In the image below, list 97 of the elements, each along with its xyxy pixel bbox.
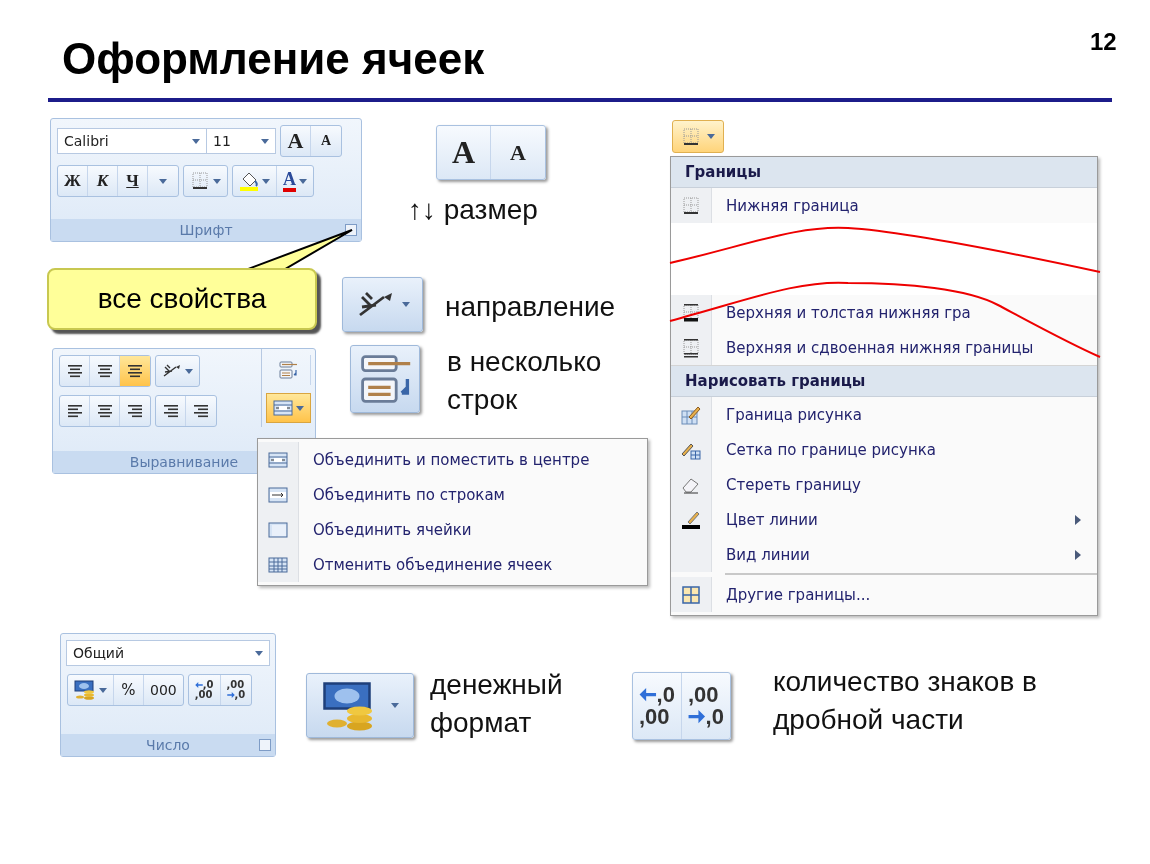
italic-button[interactable]: К — [88, 166, 118, 196]
slide-title: Оформление ячеек — [62, 34, 485, 84]
increase-decimal-button[interactable]: ,0 ,00 — [633, 673, 682, 739]
menu-item[interactable]: Граница рисунка — [671, 397, 1097, 432]
align-lines-icon — [96, 364, 113, 378]
caption: в несколько строк — [447, 345, 603, 417]
decimal-label: ,00 — [226, 680, 246, 690]
menu-item[interactable]: Объединить и поместить в центре — [258, 442, 647, 477]
decimal-label: ,00 — [639, 706, 670, 728]
menu-item[interactable]: Сетка по границе рисунка — [671, 432, 1097, 467]
left-arrow-icon — [194, 682, 203, 688]
right-arrow-icon — [226, 692, 235, 698]
caret-icon — [262, 178, 270, 184]
currency-format-button[interactable] — [306, 673, 414, 738]
align-lines-icon — [127, 404, 143, 418]
caption: ↑↓ размер — [408, 193, 538, 227]
caret-icon — [707, 134, 715, 139]
menu-item[interactable]: Объединить по строкам — [258, 477, 647, 512]
thick-bottom-border-icon — [681, 302, 701, 323]
increase-decimal-button[interactable]: ,0 ,00 — [188, 675, 221, 705]
merge-button[interactable] — [266, 393, 311, 423]
vertical-align-button[interactable] — [120, 356, 150, 386]
all-borders-icon — [681, 584, 701, 605]
group-label: Число — [146, 737, 190, 753]
merge-cells-icon — [273, 400, 293, 416]
menu-item[interactable]: Стереть границу — [671, 467, 1097, 502]
bold-button[interactable]: Ж — [58, 166, 88, 196]
indent-icon — [193, 404, 209, 418]
double-bottom-border-icon — [681, 337, 701, 358]
indent-icon — [162, 404, 179, 418]
menu-item[interactable]: Нижняя граница — [671, 188, 1097, 223]
text-orientation-button[interactable] — [342, 277, 423, 332]
menu-item[interactable]: Другие границы... — [671, 572, 1097, 612]
menu-item[interactable]: Верхняя и толстая нижняя гра — [671, 295, 1097, 330]
font-name-field[interactable]: Calibri — [57, 128, 207, 154]
shrink-font-button[interactable]: A — [311, 126, 341, 156]
underline-button[interactable]: Ч — [118, 166, 148, 196]
caret-icon — [213, 178, 221, 184]
decrease-decimal-button[interactable]: ,00 ,0 — [220, 675, 252, 705]
menu-section-header: Нарисовать границы — [671, 366, 1097, 397]
grow-font-button[interactable]: A — [437, 126, 491, 179]
caret-icon — [159, 178, 167, 184]
submenu-arrow-icon — [1075, 514, 1081, 525]
decimal-label: ,00 — [687, 684, 720, 706]
group-label: Шрифт — [179, 222, 233, 238]
grid-icon — [268, 556, 288, 573]
thousands-button[interactable]: 000 — [144, 675, 183, 705]
caption: направление — [445, 290, 616, 324]
right-arrow-icon — [687, 710, 706, 724]
align-lines-icon — [127, 364, 143, 378]
menu-item[interactable]: Объединить ячейки — [258, 512, 647, 547]
menu-item[interactable]: Отменить объединение ячеек — [258, 547, 647, 582]
bottom-border-icon — [190, 171, 210, 191]
page-number: 12 — [1090, 28, 1117, 56]
font-size-field[interactable]: 11 — [206, 128, 276, 154]
merge-cells-icon — [268, 521, 288, 538]
pen-line-icon — [681, 509, 701, 530]
caret-icon — [401, 302, 410, 307]
caption: денежный формат — [430, 668, 564, 740]
merge-center-icon — [268, 451, 288, 468]
align-lines-icon — [66, 364, 83, 378]
pencil-grid-icon — [681, 404, 701, 425]
menu-item[interactable]: Верхняя и сдвоенная нижняя границы — [671, 330, 1097, 365]
decimal-label: ,0 — [639, 684, 675, 706]
caption: количество знаков в дробной части — [773, 665, 1038, 737]
number-format-field[interactable]: Общий — [66, 640, 270, 666]
wrap-text-button[interactable] — [350, 345, 420, 413]
caret-icon — [390, 703, 399, 708]
caret-icon — [185, 368, 193, 374]
decimal-label: ,0 — [687, 706, 724, 728]
menu-section-header: Границы — [671, 157, 1097, 188]
submenu-arrow-icon — [1075, 549, 1081, 560]
bottom-border-icon — [681, 126, 701, 147]
caret-icon — [192, 138, 200, 144]
caret-icon — [255, 650, 263, 656]
align-lines-icon — [96, 404, 113, 418]
merge-rows-icon — [268, 486, 288, 503]
menu-item[interactable]: Вид линии — [671, 537, 1097, 572]
menu-item[interactable]: Цвет линии — [671, 502, 1097, 537]
caret-icon — [299, 178, 307, 184]
wrap-text-icon — [278, 360, 298, 380]
bottom-border-icon — [681, 195, 701, 216]
decimal-label: ,0 — [194, 680, 214, 690]
decimal-label: ,00 — [194, 690, 214, 700]
group-label: Выравнивание — [129, 454, 239, 470]
grow-font-button[interactable]: A — [281, 126, 311, 156]
caret-icon — [261, 138, 269, 144]
coins-bill-icon — [74, 680, 96, 700]
caret-icon — [296, 405, 304, 411]
left-arrow-icon — [639, 688, 657, 702]
percent-button[interactable]: % — [114, 675, 144, 705]
paint-bucket-icon — [239, 171, 259, 191]
decimal-label: ,0 — [226, 690, 246, 700]
align-lines-icon — [66, 404, 83, 418]
shrink-font-button[interactable]: A — [491, 126, 545, 179]
caret-icon — [99, 687, 107, 693]
decrease-decimal-button[interactable]: ,00 ,0 — [681, 673, 730, 739]
